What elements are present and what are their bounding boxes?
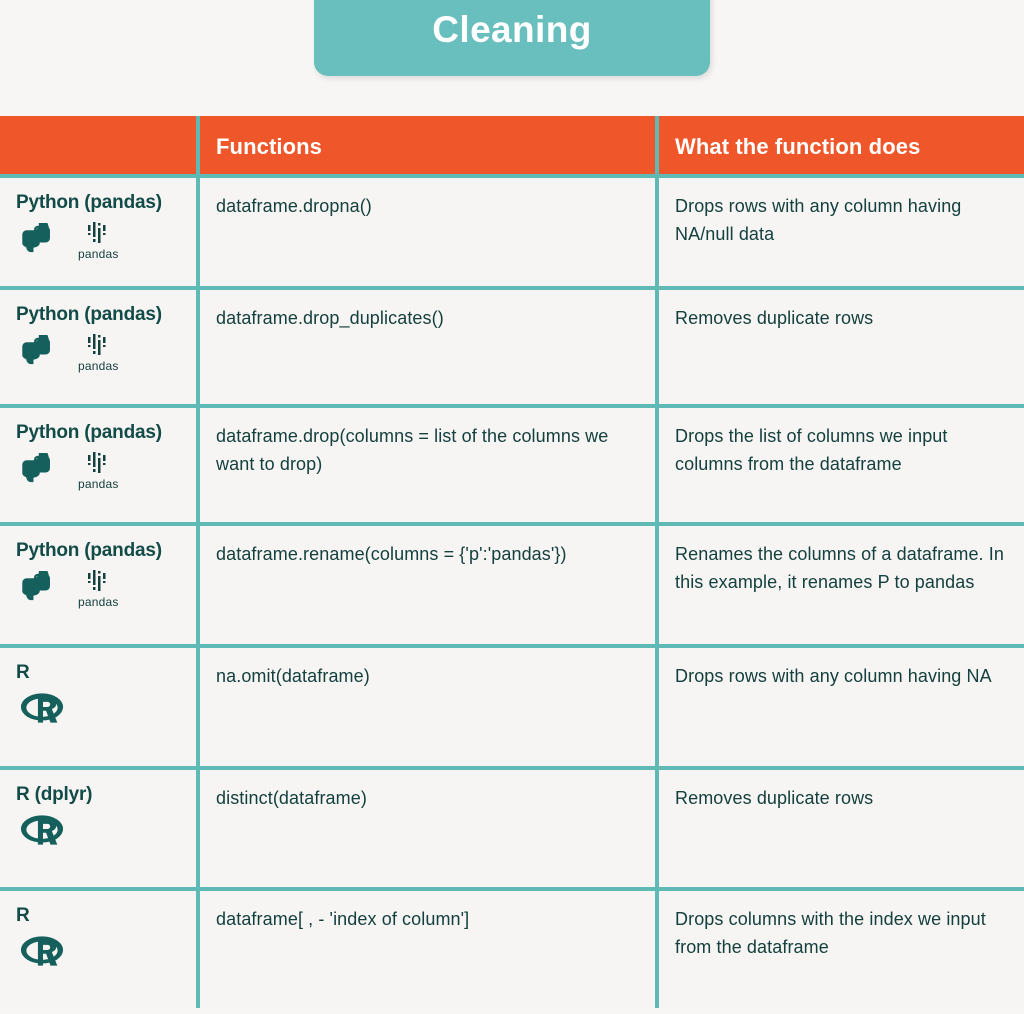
language-cell: R <box>0 891 200 1008</box>
function-text: dataframe[ , - 'index of column'] <box>216 909 470 929</box>
function-cell: dataframe.drop(columns = list of the col… <box>200 408 659 522</box>
language-cell: Python (pandas) pandas <box>0 290 200 404</box>
description-cell: Drops rows with any column having NA <box>659 648 1024 766</box>
description-text: Drops rows with any column having NA <box>675 666 992 686</box>
table-row: Python (pandas) <box>0 404 1024 522</box>
header-cell-description: What the function does <box>659 116 1024 174</box>
function-text: dataframe.dropna() <box>216 196 372 216</box>
description-cell: Renames the columns of a dataframe. In t… <box>659 526 1024 644</box>
pandas-bars-icon <box>88 222 106 243</box>
language-label: R <box>16 662 30 683</box>
language-label: Python (pandas) <box>16 192 162 213</box>
description-text: Removes duplicate rows <box>675 788 874 808</box>
table-header-row: Functions What the function does <box>0 116 1024 174</box>
language-label: R <box>16 905 30 926</box>
description-text: Drops columns with the index we input fr… <box>675 909 986 957</box>
function-text: distinct(dataframe) <box>216 788 367 808</box>
description-text: Removes duplicate rows <box>675 308 874 328</box>
description-text: Drops the list of columns we input colum… <box>675 426 948 474</box>
page-title: Cleaning <box>432 8 592 50</box>
language-label: R (dplyr) <box>16 784 93 805</box>
language-label: Python (pandas) <box>16 422 162 443</box>
python-logo-icon <box>22 223 50 253</box>
language-cell: R <box>0 648 200 766</box>
function-text: na.omit(dataframe) <box>216 666 370 686</box>
logo-strip <box>16 935 180 969</box>
pandas-wordmark: pandas <box>78 359 119 373</box>
python-logo-icon <box>22 453 50 483</box>
function-cell: distinct(dataframe) <box>200 770 659 887</box>
logo-strip: pandas <box>16 334 180 372</box>
function-cell: dataframe.rename(columns = {'p':'pandas'… <box>200 526 659 644</box>
pandas-logo-icon: pandas <box>78 334 119 372</box>
function-text: dataframe.drop(columns = list of the col… <box>216 426 609 474</box>
description-cell: Drops the list of columns we input colum… <box>659 408 1024 522</box>
cheatsheet-page: Cleaning Functions What the function doe… <box>0 0 1024 1014</box>
r-logo-icon <box>20 936 64 966</box>
python-logo-icon <box>22 571 50 601</box>
table-row: Python (pandas) <box>0 286 1024 404</box>
language-cell: Python (pandas) pandas <box>0 526 200 644</box>
logo-strip: pandas <box>16 222 180 260</box>
logo-strip <box>16 814 180 848</box>
r-logo-icon <box>20 815 64 845</box>
description-cell: Drops rows with any column having NA/nul… <box>659 178 1024 286</box>
logo-strip: pandas <box>16 452 180 490</box>
pandas-bars-icon <box>88 452 106 473</box>
title-area: Cleaning <box>0 0 1024 110</box>
function-cell: dataframe[ , - 'index of column'] <box>200 891 659 1008</box>
functions-table: Functions What the function does Python … <box>0 116 1024 1008</box>
function-cell: dataframe.drop_duplicates() <box>200 290 659 404</box>
table-row: R dataframe[ , - 'index of column'] Drop… <box>0 887 1024 1008</box>
logo-strip: pandas <box>16 570 180 608</box>
function-cell: na.omit(dataframe) <box>200 648 659 766</box>
pandas-bars-icon <box>88 334 106 355</box>
language-label: Python (pandas) <box>16 540 162 561</box>
pandas-wordmark: pandas <box>78 477 119 491</box>
table-row: R (dplyr) distinct(dataframe) Removes du… <box>0 766 1024 887</box>
title-banner: Cleaning <box>314 0 710 76</box>
logo-strip <box>16 692 180 726</box>
description-cell: Removes duplicate rows <box>659 770 1024 887</box>
pandas-wordmark: pandas <box>78 247 119 261</box>
r-logo-icon <box>20 693 64 723</box>
description-cell: Removes duplicate rows <box>659 290 1024 404</box>
pandas-logo-icon: pandas <box>78 570 119 608</box>
language-cell: Python (pandas) pandas <box>0 178 200 286</box>
header-cell-language <box>0 116 200 174</box>
function-text: dataframe.drop_duplicates() <box>216 308 444 328</box>
description-cell: Drops columns with the index we input fr… <box>659 891 1024 1008</box>
language-cell: R (dplyr) <box>0 770 200 887</box>
python-logo-icon <box>22 335 50 365</box>
function-cell: dataframe.dropna() <box>200 178 659 286</box>
pandas-logo-icon: pandas <box>78 452 119 490</box>
language-cell: Python (pandas) pandas <box>0 408 200 522</box>
table-row: Python (pandas) <box>0 522 1024 644</box>
table-row: R na.omit(dataframe) Drops rows with any… <box>0 644 1024 766</box>
pandas-bars-icon <box>88 570 106 591</box>
language-label: Python (pandas) <box>16 304 162 325</box>
header-cell-functions: Functions <box>200 116 659 174</box>
description-text: Drops rows with any column having NA/nul… <box>675 196 962 244</box>
pandas-logo-icon: pandas <box>78 222 119 260</box>
pandas-wordmark: pandas <box>78 595 119 609</box>
description-text: Renames the columns of a dataframe. In t… <box>675 544 1004 592</box>
function-text: dataframe.rename(columns = {'p':'pandas'… <box>216 544 567 564</box>
table-row: Python (pandas) <box>0 174 1024 286</box>
